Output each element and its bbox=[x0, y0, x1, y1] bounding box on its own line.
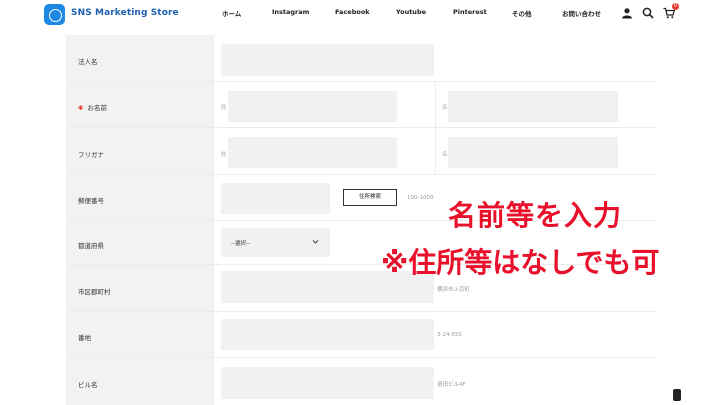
prefecture-label: 都道府県 bbox=[78, 242, 104, 250]
prefecture-select[interactable]: --選択-- bbox=[221, 228, 330, 257]
furigana-label: フリガナ bbox=[78, 151, 104, 159]
nav-contact[interactable]: お問い合わせ bbox=[562, 8, 601, 18]
furigana-first-input[interactable] bbox=[448, 137, 618, 168]
form-row-street: 番地 3-24-555 bbox=[66, 312, 656, 358]
last-name-input[interactable] bbox=[228, 91, 397, 122]
nav-youtube[interactable]: Youtube bbox=[396, 8, 426, 16]
address-search-button[interactable]: 住所検索 bbox=[343, 189, 397, 206]
prefecture-selected-value: --選択-- bbox=[231, 241, 250, 247]
building-input[interactable] bbox=[221, 367, 434, 399]
form-row-name: ✱ お名前 姓 名 bbox=[66, 82, 656, 128]
corporate-name-label: 法人名 bbox=[78, 58, 98, 66]
building-hint: 酒田ビル4F bbox=[437, 382, 466, 388]
name-label: お名前 bbox=[87, 104, 107, 112]
brand-logo-icon[interactable] bbox=[44, 4, 65, 25]
first-name-sublabel: 名 bbox=[442, 105, 448, 111]
furigana-last-sublabel: 姓 bbox=[221, 152, 227, 158]
search-icon[interactable] bbox=[642, 7, 654, 19]
street-hint: 3-24-555 bbox=[437, 332, 462, 338]
city-label: 市区郡町村 bbox=[78, 288, 111, 296]
last-name-sublabel: 姓 bbox=[221, 105, 227, 111]
nav-home[interactable]: ホーム bbox=[222, 8, 241, 18]
nav-facebook[interactable]: Facebook bbox=[335, 8, 370, 16]
first-name-input[interactable] bbox=[448, 91, 618, 122]
postal-code-hint: 100-1000 bbox=[407, 195, 434, 201]
street-label: 番地 bbox=[78, 334, 91, 342]
cart-count-badge: 0 bbox=[672, 3, 679, 10]
postal-code-input[interactable] bbox=[221, 183, 330, 214]
furigana-last-input[interactable] bbox=[228, 137, 397, 168]
required-mark: ✱ bbox=[78, 104, 84, 112]
building-label: ビル名 bbox=[78, 381, 98, 389]
annotation-enter-name: 名前等を入力 bbox=[448, 199, 623, 232]
site-header: SNS Marketing Store ホーム Instagram Facebo… bbox=[0, 0, 720, 30]
form-row-corporate-name: 法人名 bbox=[66, 35, 656, 82]
postal-code-label: 郵便番号 bbox=[78, 197, 104, 205]
city-hint: 横浜市上京町 bbox=[437, 287, 471, 293]
nav-pinterest[interactable]: Pinterest bbox=[453, 8, 487, 16]
street-input[interactable] bbox=[221, 319, 434, 350]
annotation-address-optional: ※住所等はなしでも可 bbox=[381, 246, 660, 279]
furigana-first-sublabel: 名 bbox=[442, 152, 448, 158]
brand-name[interactable]: SNS Marketing Store bbox=[71, 8, 179, 18]
nav-instagram[interactable]: Instagram bbox=[272, 8, 309, 16]
form-row-building: ビル名 酒田ビル4F bbox=[66, 358, 656, 405]
widget-icon[interactable] bbox=[673, 389, 681, 401]
chevron-down-icon bbox=[312, 240, 319, 244]
corporate-name-input[interactable] bbox=[221, 44, 434, 76]
user-icon[interactable] bbox=[621, 7, 633, 19]
nav-other[interactable]: その他 bbox=[512, 8, 532, 18]
form-row-furigana: フリガナ 姓 名 bbox=[66, 128, 656, 175]
